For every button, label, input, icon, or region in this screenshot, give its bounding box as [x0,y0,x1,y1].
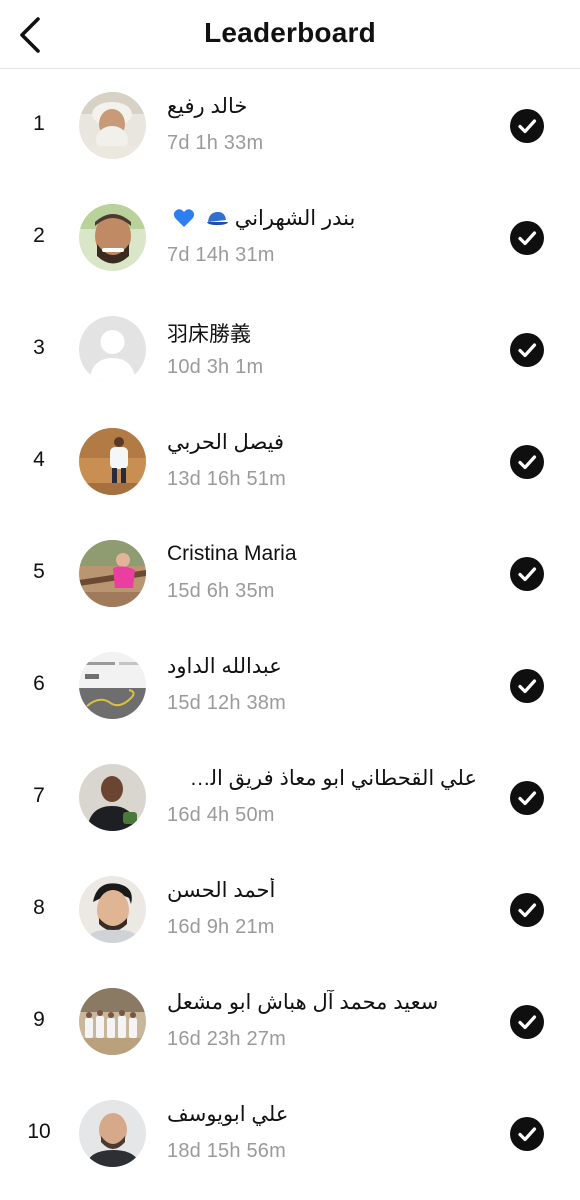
elapsed-time: 13d 16h 51m [167,468,286,490]
runner-name: بندر الشهراني [167,206,477,231]
leaderboard-row[interactable]: 9 سعيد محمد آل هباش ابو مشعل 16d 23h 27m [0,966,580,1078]
elapsed-time: 16d 23h 27m [167,1028,286,1050]
smiling-man-avatar [79,204,146,271]
rank-number: 10 [27,1120,51,1143]
rank-number: 9 [33,1008,45,1031]
rank-number: 7 [33,784,45,807]
top-bar: Leaderboard [0,0,580,69]
runner-name: Cristina Maria [167,542,297,565]
runner-name: سعيد محمد آل هباش ابو مشعل [167,991,439,1014]
leaderboard-row[interactable]: 3 羽床勝義 10d 3h 1m [0,294,580,406]
elapsed-time: 10d 3h 1m [167,356,264,378]
leaderboard-row[interactable]: 2 بندر الشهراني 7d 14h 31m [0,182,580,294]
elapsed-time: 15d 6h 35m [167,580,275,602]
rank-number: 5 [33,560,45,583]
man-beard-avatar [79,1100,146,1167]
leaderboard-row[interactable]: 10 علي ابويوسف 18d 15h 56m [0,1078,580,1190]
elapsed-time: 7d 1h 33m [167,132,264,154]
rank-number: 2 [33,224,45,247]
rank-number: 1 [33,112,45,135]
leaderboard-row[interactable]: 4 فيصل الحربي 13d 16h 51m [0,406,580,518]
check-circle-icon [510,221,544,255]
leaderboard-row[interactable]: 6 عبدالله الداود 15d 12h 38m [0,630,580,742]
blue-heart-icon [173,208,195,228]
runner-name: خالد رفيع [167,95,248,118]
man-dark-shirt-avatar [79,764,146,831]
leaderboard-row[interactable]: 7 علي القحطاني ابو معاذ فريق الش... 16d … [0,742,580,854]
check-circle-icon [510,333,544,367]
runner-name: أحمد الحسن [167,879,276,902]
leaderboard-list: 1 خالد رفيع 7d 1h 33m 2 بندر الشهراني 7d… [0,70,580,1190]
young-man-avatar [79,876,146,943]
bearded-elder-avatar [79,92,146,159]
runner-name: علي القحطاني ابو معاذ فريق الش... [167,767,477,790]
rank-number: 4 [33,448,45,471]
route-map-avatar [79,652,146,719]
runner-name: 羽床勝義 [167,323,251,346]
check-circle-icon [510,1005,544,1039]
page-title: Leaderboard [204,17,376,48]
check-circle-icon [510,557,544,591]
default-person-avatar [79,316,146,383]
leaderboard-row[interactable]: 1 خالد رفيع 7d 1h 33m [0,70,580,182]
runner-name: علي ابويوسف [167,1103,289,1126]
check-circle-icon [510,781,544,815]
runner-name: فيصل الحربي [167,431,285,454]
rank-number: 3 [33,336,45,359]
group-photo-avatar [79,988,146,1055]
rank-number: 8 [33,896,45,919]
check-circle-icon [510,669,544,703]
runner-name: عبدالله الداود [167,655,282,678]
blue-cap-icon [205,209,229,227]
leaderboard-row[interactable]: 5 Cristina Maria 15d 6h 35m [0,518,580,630]
elapsed-time: 16d 4h 50m [167,804,275,826]
elapsed-time: 18d 15h 56m [167,1140,286,1162]
check-circle-icon [510,109,544,143]
pink-runner-avatar [79,540,146,607]
elapsed-time: 7d 14h 31m [167,244,275,266]
runner-name-text: بندر الشهراني [234,207,356,230]
leaderboard-row[interactable]: 8 أحمد الحسن 16d 9h 21m [0,854,580,966]
rank-number: 6 [33,672,45,695]
elapsed-time: 15d 12h 38m [167,692,286,714]
check-circle-icon [510,1117,544,1151]
check-circle-icon [510,893,544,927]
check-circle-icon [510,445,544,479]
elapsed-time: 16d 9h 21m [167,916,275,938]
outdoor-runner-avatar [79,428,146,495]
